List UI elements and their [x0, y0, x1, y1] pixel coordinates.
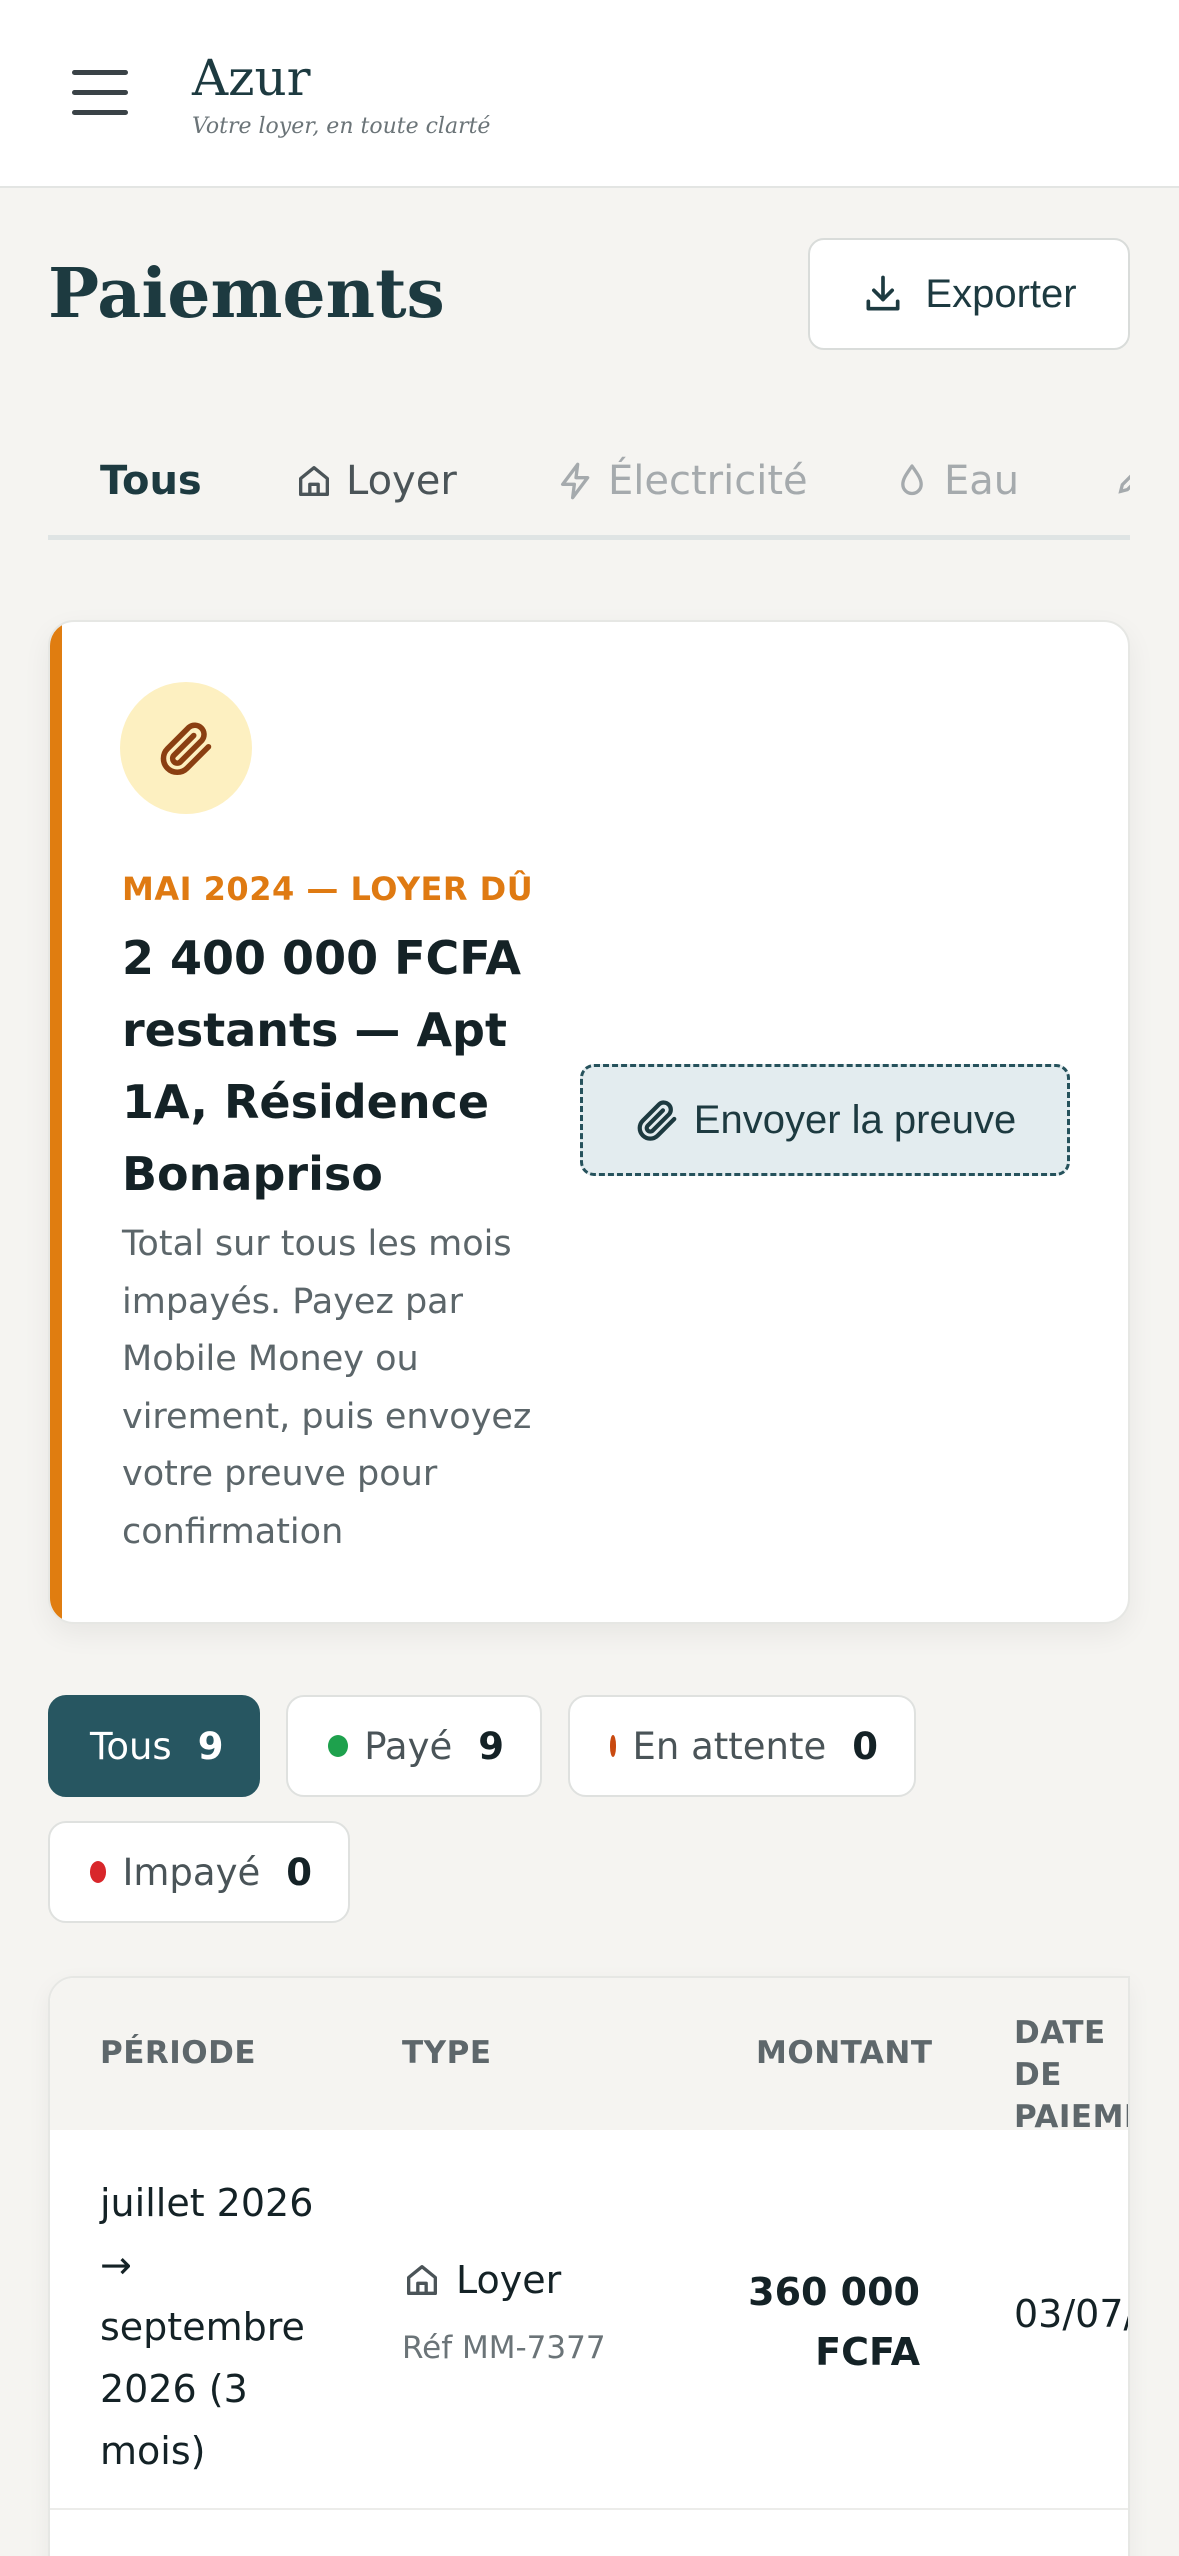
cell-period: juillet 2026 → septembre 2026 (3 mois): [100, 2181, 314, 2473]
table-header: PÉRIODE TYPE MONTANT DATE DE PAIEMENT: [50, 1978, 1128, 2135]
lightning-icon: [561, 462, 590, 500]
filter-chip-paye[interactable]: Payé 9: [286, 1695, 542, 1797]
cell-amount: 360 000 FCFA: [748, 2270, 920, 2374]
tab-label: Loyer: [346, 458, 457, 504]
home-icon: [407, 2265, 437, 2295]
column-header-montant: MONTANT: [756, 2035, 933, 2071]
payments-table: PÉRIODE TYPE MONTANT DATE DE PAIEMENT ju…: [48, 1976, 1130, 2556]
page-title: Paiements: [48, 254, 445, 334]
filter-chip-impaye[interactable]: Impayé 0: [48, 1821, 350, 1923]
row-divider: [50, 2508, 1128, 2510]
amount-due-card: MAI 2024 — LOYER DÛ 2 400 000 FCFA resta…: [48, 620, 1130, 1624]
tab-loyer[interactable]: Loyer: [294, 458, 457, 504]
cell-reference: Réf MM-7377: [402, 2330, 606, 2366]
card-accent-stripe: [50, 622, 62, 1622]
export-button[interactable]: Exporter: [808, 238, 1130, 350]
home-icon: [299, 466, 329, 496]
chip-count: 9: [197, 1724, 224, 1768]
export-button-label: Exporter: [925, 271, 1077, 316]
send-proof-button[interactable]: Envoyer la preuve: [580, 1064, 1070, 1176]
brand: Azur Votre loyer, en toute clarté: [192, 46, 490, 139]
droplet-icon: [901, 464, 923, 496]
filter-chip-en-attente[interactable]: En attente 0: [568, 1695, 916, 1797]
cell-payment-date: 03/07/: [1014, 2292, 1130, 2336]
paperclip-icon: [637, 1100, 677, 1141]
app-header: Azur Votre loyer, en toute clarté: [0, 0, 1179, 188]
brand-tagline: Votre loyer, en toute clarté: [192, 114, 491, 139]
chip-label: Impayé: [122, 1850, 261, 1894]
send-proof-label: Envoyer la preuve: [693, 1097, 1017, 1142]
tab-label: Tous: [100, 458, 202, 504]
brand-name: Azur: [192, 49, 311, 107]
paperclip-icon: [160, 722, 212, 775]
due-description: Total sur tous les mois impayés. Payez p…: [122, 1224, 532, 1552]
tab-label: Eau: [944, 458, 1020, 504]
tab-electricite[interactable]: Électricité: [556, 458, 808, 504]
status-dot-orange: [610, 1735, 617, 1757]
column-header-type: TYPE: [402, 2035, 492, 2071]
chip-count: 9: [478, 1724, 504, 1768]
chip-label: En attente: [632, 1724, 827, 1768]
tab-eau[interactable]: Eau: [892, 458, 1019, 504]
chip-count: 0: [286, 1850, 312, 1894]
chip-count: 0: [852, 1724, 878, 1768]
column-header-periode: PÉRIODE: [100, 2035, 257, 2071]
status-dot-green: [328, 1735, 349, 1757]
hamburger-menu-icon[interactable]: [72, 68, 130, 116]
type-label: Loyer: [456, 2258, 562, 2302]
chip-label: Tous: [90, 1724, 172, 1768]
due-period-label: MAI 2024 — LOYER DÛ: [122, 870, 534, 908]
category-tabs: Tous Loyer Électricité Eau: [48, 440, 1130, 540]
tab-label: Électricité: [608, 458, 808, 504]
due-amount-title: 2 400 000 FCFA restants — Apt 1A, Réside…: [122, 931, 522, 1201]
tab-more-partial[interactable]: [1114, 458, 1130, 498]
download-icon: [866, 275, 900, 311]
tab-tous[interactable]: Tous: [100, 458, 202, 504]
chip-label: Payé: [364, 1724, 453, 1768]
status-dot-red: [90, 1861, 107, 1883]
filter-chip-tous[interactable]: Tous 9: [48, 1695, 260, 1797]
paperclip-badge: [120, 682, 252, 814]
pencil-icon: [1118, 474, 1130, 494]
cell-type: Loyer: [402, 2258, 561, 2302]
column-header-date: DATE DE PAIEMENT: [1014, 2015, 1128, 2135]
